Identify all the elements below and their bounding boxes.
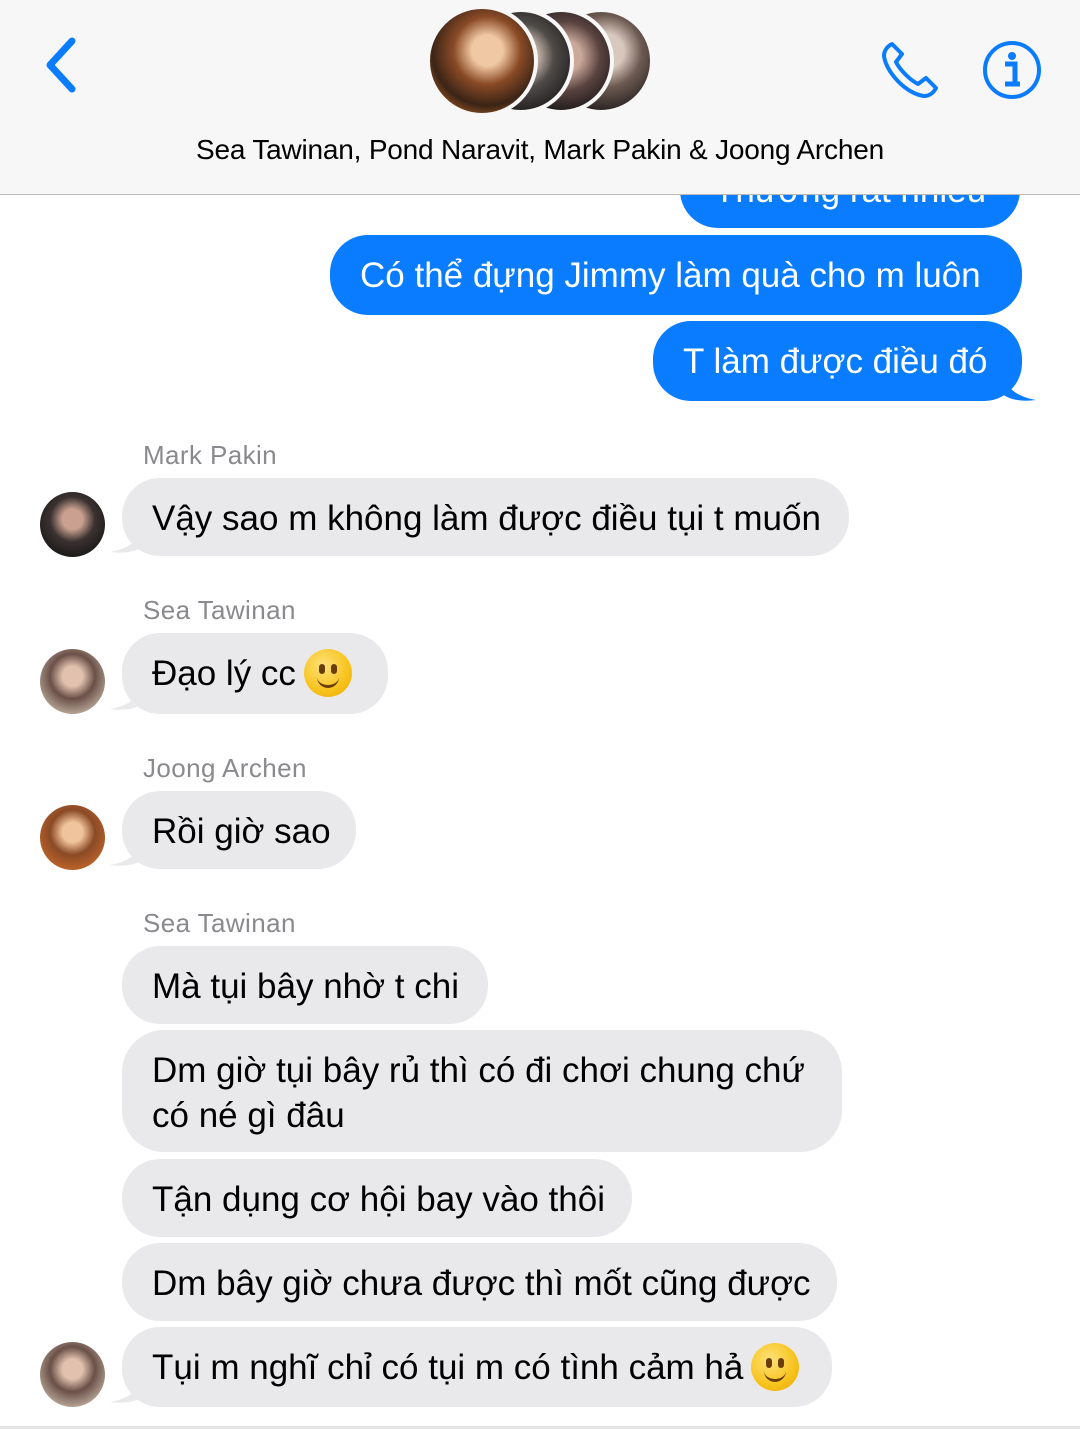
incoming-message[interactable]: Mà tụi bây nhờ t chi [122, 946, 488, 1024]
incoming-message[interactable]: Tụi m nghĩ chỉ có tụi m có tình cảm hả [122, 1327, 832, 1407]
slight-smile-emoji-icon [303, 648, 352, 697]
incoming-message[interactable]: Dm bây giờ chưa được thì mốt cũng được [122, 1243, 837, 1321]
avatar-joong-archen[interactable] [40, 805, 105, 870]
message-text: Tụi m nghĩ chỉ có tụi m có tình cảm hả [152, 1348, 744, 1387]
conversation-header: Sea Tawinan, Pond Naravit, Mark Pakin & … [0, 0, 1080, 195]
slight-smile-emoji-icon [751, 1342, 800, 1391]
incoming-message[interactable]: Tận dụng cơ hội bay vào thôi [122, 1159, 632, 1237]
message-text: Đạo lý cc [152, 654, 296, 693]
conversation-title[interactable]: Sea Tawinan, Pond Naravit, Mark Pakin & … [0, 134, 1080, 166]
avatar-sea-tawinan[interactable] [40, 649, 105, 714]
sender-name: Joong Archen [143, 753, 307, 783]
sender-name: Sea Tawinan [143, 595, 296, 625]
sender-name: Sea Tawinan [143, 908, 296, 938]
group-avatar-stack[interactable] [426, 5, 658, 118]
message-thread: Thương rất nhiều Có thể đựng Jimmy làm q… [0, 0, 1080, 1429]
chevron-left-icon [46, 37, 76, 93]
avatar-mark-pakin[interactable] [40, 492, 105, 557]
info-button[interactable] [980, 38, 1044, 102]
incoming-message[interactable]: Dm giờ tụi bây rủ thì có đi chơi chung c… [122, 1030, 842, 1152]
outgoing-bubble-tail [1000, 368, 1036, 401]
sender-name: Mark Pakin [143, 440, 278, 470]
outgoing-message[interactable]: Có thể đựng Jimmy làm quà cho m luôn [330, 235, 1022, 315]
group-member-avatar [426, 5, 538, 117]
incoming-message[interactable]: Vậy sao m không làm được điều tụi t muốn [122, 478, 849, 556]
avatar-sea-tawinan[interactable] [40, 1342, 105, 1407]
info-icon [983, 41, 1041, 99]
incoming-message[interactable]: Đạo lý cc [122, 633, 388, 714]
outgoing-message[interactable]: T làm được điều đó [653, 321, 1022, 401]
call-button[interactable] [878, 38, 942, 102]
phone-icon [882, 42, 938, 98]
incoming-message[interactable]: Rồi giờ sao [122, 791, 356, 869]
back-button[interactable] [30, 32, 90, 98]
